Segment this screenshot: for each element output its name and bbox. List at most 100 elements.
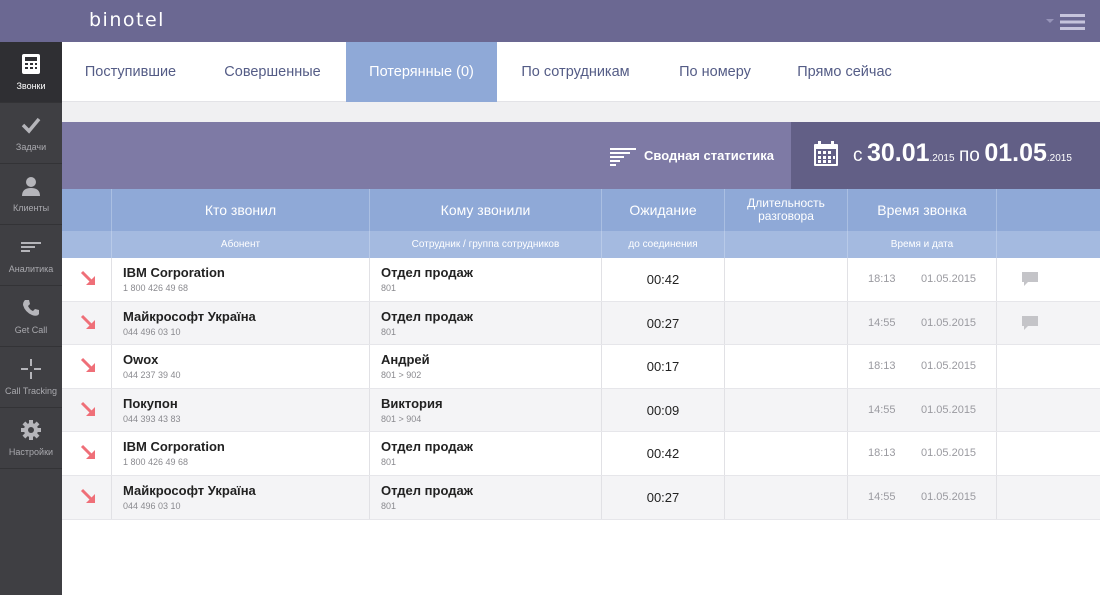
call-date: 01.05.2015	[921, 360, 977, 373]
call-date: 01.05.2015	[921, 490, 977, 503]
tab-outgoing[interactable]: Совершенные	[199, 42, 346, 102]
tab-right-now[interactable]: Прямо сейчас	[776, 42, 913, 102]
tabs-bar: Поступившие Совершенные Потерянные (0) П…	[62, 42, 1100, 102]
date-range-text[interactable]: с 30.01.2015 по 01.05.2015	[853, 139, 1072, 168]
table-row[interactable]: Покупон 044 393 43 83 Виктория 801 > 904 00:…	[62, 388, 1100, 433]
header-duration[interactable]: Длительность разговора	[724, 189, 847, 231]
caller-name[interactable]: IBM Corporation	[123, 265, 225, 280]
table-row[interactable]: Owox 044 237 39 40 Андрей 801 > 902 00:17 18:…	[62, 345, 1100, 389]
sidebar-item-label: Call Tracking	[4, 386, 58, 396]
call-time: 18:13	[868, 273, 896, 285]
callee-name[interactable]: Отдел продаж	[381, 439, 473, 454]
call-time-cell: 18:13 01.05.2015	[847, 432, 996, 475]
caller-cell: IBM Corporation 1 800 426 49 68	[111, 432, 369, 475]
stats-bar: Сводная статистика с 30.01.2015 по 01.05…	[62, 122, 1100, 189]
caller-cell: IBM Corporation 1 800 426 49 68	[111, 258, 369, 301]
header-call-time[interactable]: Время звонка	[847, 189, 996, 231]
sidebar-item-label: Задачи	[15, 142, 47, 152]
wait-time: 00:27	[646, 315, 680, 331]
header-wait[interactable]: Ожидание	[601, 189, 724, 231]
header-caller[interactable]: Кто звонил	[111, 189, 369, 231]
date-to-year: .2015	[1046, 153, 1072, 164]
missed-call-arrow-icon	[80, 488, 95, 503]
tab-incoming[interactable]: Поступившие	[62, 42, 199, 102]
callee-cell: Андрей 801 > 902	[369, 345, 601, 388]
comment-icon[interactable]	[1021, 271, 1039, 287]
wait-cell: 00:17	[601, 345, 724, 388]
call-time: 14:55	[868, 316, 896, 329]
table-row[interactable]: IBM Corporation 1 800 426 49 68 Отдел прод…	[62, 258, 1100, 302]
table-row[interactable]: IBM Corporation 1 800 426 49 68 Отдел прод…	[62, 432, 1100, 476]
callee-ext: 801 > 904	[381, 413, 422, 424]
caller-phone: 044 393 43 83	[123, 413, 181, 424]
tab-by-employees[interactable]: По сотрудникам	[497, 42, 654, 102]
callee-ext: 801	[381, 283, 397, 293]
call-time-cell: 14:55 01.05.2015	[847, 388, 996, 432]
checkmark-icon	[0, 114, 62, 138]
sidebar-item-label: Аналитика	[8, 264, 54, 274]
wait-cell: 00:42	[601, 432, 724, 475]
sidebar-item-clients[interactable]: Клиенты	[0, 164, 62, 225]
sidebar: Звонки Задачи Клиенты Аналитика Get Call…	[0, 0, 62, 595]
missed-call-arrow-icon	[80, 445, 95, 460]
call-date: 01.05.2015	[921, 447, 977, 460]
menu-button[interactable]	[1046, 12, 1086, 32]
phone-icon	[0, 53, 62, 77]
call-time-cell: 18:13 01.05.2015	[847, 345, 996, 388]
caller-name[interactable]: Майкрософт Україна	[123, 483, 256, 498]
sidebar-item-get-call[interactable]: Get Call	[0, 286, 62, 347]
callee-ext: 801	[381, 457, 397, 468]
actions-cell	[996, 301, 1100, 345]
duration-cell	[724, 345, 847, 388]
missed-call-arrow-icon	[80, 314, 95, 329]
date-from-word: с	[853, 145, 863, 166]
callee-name[interactable]: Отдел продаж	[381, 309, 473, 324]
calendar-button[interactable]	[813, 141, 839, 172]
comment-icon[interactable]	[1021, 315, 1039, 331]
summary-stats-button[interactable]: Сводная статистика	[610, 122, 774, 189]
callee-name[interactable]: Андрей	[381, 352, 430, 367]
date-from-year: .2015	[929, 153, 955, 164]
direction-cell	[62, 432, 111, 475]
actions-cell	[996, 258, 1100, 301]
sidebar-item-settings[interactable]: Настройки	[0, 408, 62, 469]
wait-cell: 00:27	[601, 301, 724, 345]
table-row[interactable]: Майкрософт Україна 044 496 03 10 Отдел про…	[62, 301, 1100, 346]
caller-phone: 044 237 39 40	[123, 370, 181, 381]
caller-name[interactable]: Майкрософт Україна	[123, 309, 256, 324]
callee-name[interactable]: Отдел продаж	[381, 483, 473, 498]
sidebar-item-call-tracking[interactable]: Call Tracking	[0, 347, 62, 408]
table-row[interactable]: Майкрософт Україна 044 496 03 10 Отдел про…	[62, 475, 1100, 520]
date-to-word: по	[959, 145, 980, 166]
actions-cell	[996, 432, 1100, 475]
callee-name[interactable]: Отдел продаж	[381, 265, 473, 280]
subheader-callee: Сотрудник / группа сотрудников	[369, 231, 601, 258]
caller-name[interactable]: Покупон	[123, 396, 178, 411]
caller-phone: 044 496 03 10	[123, 326, 181, 337]
app-logo: binotel	[89, 9, 165, 31]
caller-phone: 1 800 426 49 68	[123, 283, 189, 293]
analytics-bars-icon	[0, 236, 62, 260]
summary-bars-icon	[610, 147, 636, 166]
direction-cell	[62, 258, 111, 301]
sidebar-item-label: Настройки	[8, 447, 54, 457]
wait-cell: 00:27	[601, 475, 724, 519]
call-time: 18:13	[868, 360, 896, 373]
callee-name[interactable]: Виктория	[381, 396, 443, 411]
tab-by-number[interactable]: По номеру	[654, 42, 776, 102]
person-icon	[0, 175, 62, 199]
duration-cell	[724, 388, 847, 432]
caller-name[interactable]: Owox	[123, 352, 158, 367]
direction-cell	[62, 302, 111, 345]
caller-name[interactable]: IBM Corporation	[123, 439, 225, 454]
sidebar-item-tasks[interactable]: Задачи	[0, 103, 62, 164]
sidebar-item-analytics[interactable]: Аналитика	[0, 225, 62, 286]
sidebar-item-calls[interactable]: Звонки	[0, 42, 62, 103]
missed-call-arrow-icon	[80, 401, 95, 416]
handset-icon	[0, 297, 62, 321]
summary-stats-label: Сводная статистика	[644, 148, 775, 163]
callee-cell: Отдел продаж 801	[369, 432, 601, 475]
tab-missed[interactable]: Потерянные (0)	[346, 42, 497, 102]
header-callee[interactable]: Кому звонили	[369, 189, 601, 231]
subheader-caller: Абонент	[111, 231, 369, 258]
